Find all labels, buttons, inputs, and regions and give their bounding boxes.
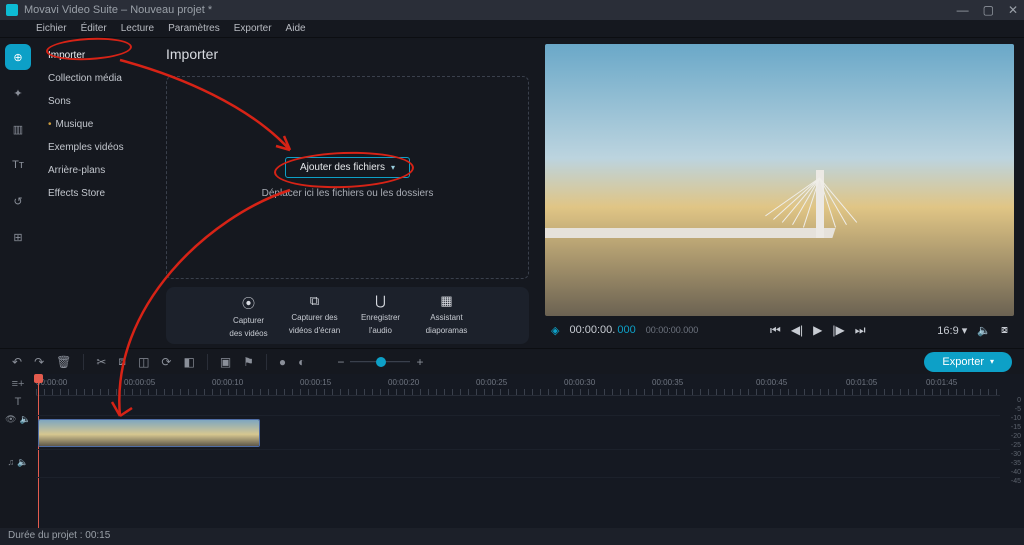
titlebar: Movavi Video Suite – Nouveau projet * — … — [0, 0, 1024, 20]
speaker-icon[interactable]: 🔈 — [20, 414, 31, 425]
export-button[interactable]: Exporter▾ — [924, 352, 1012, 372]
video-controls: ◈ 00:00:00.000 00:00:00.000 ⏮ ◀| ▶ |▶ ⏭ … — [545, 316, 1014, 344]
timeline-rail: ≡+ T 👁🔈 ♫🔈 — [0, 374, 36, 528]
next-frame-button[interactable]: ⏭ — [855, 323, 866, 338]
undo-button[interactable]: ↶ — [12, 355, 22, 369]
audio-track-header[interactable]: ♫🔈 — [8, 457, 29, 468]
snapshot-icon[interactable]: ⧇ — [1001, 324, 1008, 337]
timecode: 00:00:00.000 — [569, 324, 635, 336]
menubar: Eichier Éditer Lecture Paramètres Export… — [0, 20, 1024, 38]
menu-export[interactable]: Exporter — [234, 23, 272, 34]
add-files-label: Ajouter des fichiers — [300, 162, 385, 173]
audio-meters: 0-5-10-15-20-25-30-35-40-45 — [1000, 374, 1024, 528]
chevron-down-icon: ▾ — [391, 163, 395, 172]
delete-button[interactable]: 🗑 — [56, 355, 71, 369]
marker-icon[interactable]: ◈ — [551, 324, 559, 337]
maximize-button[interactable]: ▢ — [983, 3, 994, 17]
text-track-header[interactable]: T — [11, 396, 25, 408]
annotation-arrow-1 — [110, 56, 310, 186]
mic-icon: ⋃ — [375, 293, 386, 309]
status-bar: Durée du projet : 00:15 — [0, 528, 1024, 545]
window-title: Movavi Video Suite – Nouveau projet * — [24, 4, 212, 16]
zoom-out-icon[interactable]: − — [337, 355, 344, 369]
speaker-icon[interactable]: 🔈 — [17, 457, 28, 468]
menu-file[interactable]: Eichier — [36, 23, 67, 34]
titles-icon[interactable]: Tᴛ — [5, 152, 31, 178]
eye-icon[interactable]: 👁 — [5, 414, 16, 425]
import-icon[interactable]: ⊕ — [5, 44, 31, 70]
menu-help[interactable]: Aide — [286, 23, 306, 34]
step-fwd-button[interactable]: |▶ — [832, 323, 844, 338]
transitions-icon[interactable]: ▥ — [5, 116, 31, 142]
screen-icon: ⧉ — [310, 293, 319, 309]
more-icon[interactable]: ⊞ — [5, 224, 31, 250]
step-back-button[interactable]: ◀| — [791, 323, 803, 338]
video-preview[interactable] — [545, 44, 1014, 316]
left-rail: ⊕ ✦ ▥ Tᴛ ↺ ⊞ — [0, 38, 36, 348]
audio-track[interactable] — [36, 450, 1000, 478]
menu-edit[interactable]: Éditer — [81, 23, 107, 34]
aspect-menu[interactable]: 16:9 ▾ — [937, 324, 967, 337]
close-button[interactable]: ✕ — [1008, 3, 1018, 17]
video-track-header[interactable]: 👁🔈 — [5, 414, 31, 425]
menu-settings[interactable]: Paramètres — [168, 23, 220, 34]
menu-playback[interactable]: Lecture — [121, 23, 154, 34]
slideshow-wizard[interactable]: ▦Assistantdiaporamas — [415, 293, 479, 338]
volume-icon[interactable]: 🔈 — [977, 324, 991, 337]
prev-frame-button[interactable]: ⏮ — [770, 323, 781, 338]
add-track-button[interactable]: ≡+ — [11, 378, 25, 390]
annotation-arrow-2 — [90, 186, 310, 446]
zoom-in-icon[interactable]: + — [416, 355, 423, 369]
redo-button[interactable]: ↷ — [34, 355, 44, 369]
filters-icon[interactable]: ✦ — [5, 80, 31, 106]
app-logo — [6, 4, 18, 16]
minimize-button[interactable]: — — [957, 3, 969, 17]
note-icon: ♫ — [8, 457, 15, 468]
grid-icon: ▦ — [440, 293, 452, 309]
history-icon[interactable]: ↺ — [5, 188, 31, 214]
record-audio[interactable]: ⋃Enregistrerl'audio — [349, 293, 413, 338]
play-button[interactable]: ▶ — [813, 323, 822, 338]
full-timecode: 00:00:00.000 — [646, 325, 699, 335]
zoom-slider[interactable]: − + — [337, 355, 423, 369]
preview-panel: ◈ 00:00:00.000 00:00:00.000 ⏮ ◀| ▶ |▶ ⏭ … — [539, 38, 1024, 348]
